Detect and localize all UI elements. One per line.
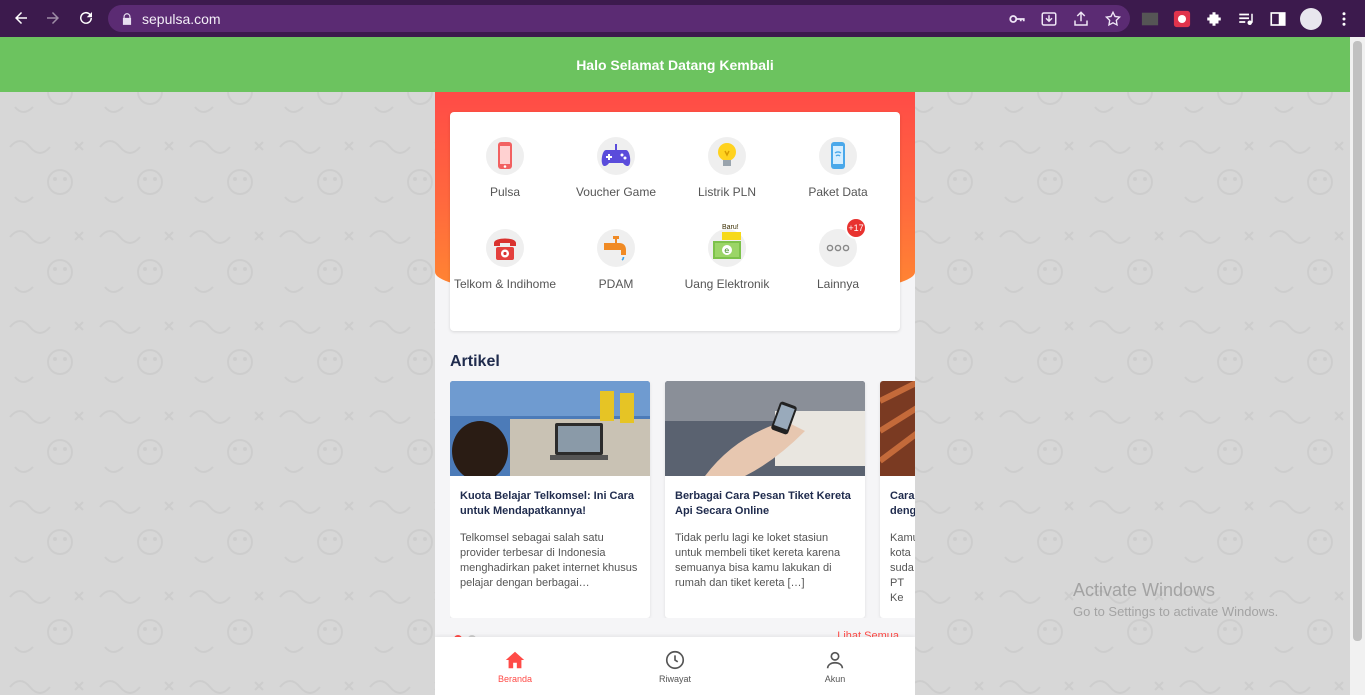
- tab-label: Riwayat: [658, 673, 691, 684]
- tab-beranda[interactable]: Beranda: [435, 637, 595, 695]
- arrow-right-icon: [47, 12, 59, 24]
- menu-item-uang-elektronik[interactable]: e Baru! Uang Elektronik: [672, 224, 782, 292]
- data-phone-icon: [831, 142, 845, 169]
- menu-item-voucher-game[interactable]: Voucher Game: [561, 137, 671, 200]
- telephone-icon: [494, 238, 516, 260]
- watermark-subtitle: Go to Settings to activate Windows.: [1073, 604, 1279, 619]
- home-icon: [505, 651, 525, 668]
- watermark-title: Activate Windows: [1073, 580, 1216, 600]
- back-button[interactable]: [5, 2, 37, 34]
- kebab-menu-icon[interactable]: [1334, 9, 1354, 29]
- reload-icon: [80, 11, 92, 24]
- articles-heading: Artikel: [450, 353, 500, 370]
- lock-icon: [122, 12, 132, 25]
- service-menu-card: Pulsa Voucher Game Listrik PLN Paket Dat…: [450, 112, 900, 331]
- article-title[interactable]: Kuota Belajar Telkomsel: Ini Cara untuk …: [460, 489, 640, 519]
- page-scrollbar[interactable]: [1350, 37, 1365, 695]
- extension-cast-icon[interactable]: [1140, 9, 1160, 29]
- menu-item-telkom-indihome[interactable]: Telkom & Indihome: [450, 229, 560, 292]
- address-bar[interactable]: sepulsa.com: [108, 5, 1130, 32]
- article-thumbnail: [880, 381, 915, 476]
- menu-item-pulsa[interactable]: Pulsa: [450, 137, 560, 200]
- article-title[interactable]: Cara dengan: [890, 489, 915, 519]
- menu-label: Pulsa: [489, 185, 521, 199]
- menu-label: Telkom & Indihome: [453, 277, 557, 291]
- article-thumbnail: [665, 381, 865, 476]
- key-icon[interactable]: [1008, 10, 1026, 28]
- menu-item-lainnya[interactable]: +17 Lainnya: [783, 217, 893, 292]
- media-queue-icon[interactable]: [1236, 9, 1256, 29]
- side-panel-icon[interactable]: [1268, 9, 1288, 29]
- article-description: Telkomsel sebagai salah satu provider te…: [460, 532, 638, 589]
- article-card[interactable]: Cara dengan Kamu kota suda PT Ke: [880, 381, 915, 618]
- user-icon: [826, 651, 844, 668]
- water-tap-icon: [604, 236, 626, 261]
- article-title[interactable]: Berbagai Cara Pesan Tiket Kereta Api Sec…: [675, 489, 855, 519]
- bottom-navigation: Beranda Riwayat Akun: [435, 637, 915, 695]
- install-icon[interactable]: [1040, 10, 1058, 28]
- puzzle-icon[interactable]: [1204, 9, 1224, 29]
- menu-item-listrik-pln[interactable]: Listrik PLN: [672, 137, 782, 200]
- article-card[interactable]: Kuota Belajar Telkomsel: Ini Cara untuk …: [450, 381, 650, 618]
- svg-text:e: e: [724, 246, 729, 255]
- forward-button[interactable]: [37, 2, 69, 34]
- browser-toolbar: sepulsa.com: [0, 0, 1365, 37]
- menu-item-pdam[interactable]: PDAM: [561, 229, 671, 292]
- article-card[interactable]: Berbagai Cara Pesan Tiket Kereta Api Sec…: [665, 381, 865, 618]
- article-description: Tidak perlu lagi ke loket stasiun untuk …: [675, 532, 841, 589]
- article-thumbnail: [450, 381, 650, 476]
- tab-riwayat[interactable]: Riwayat: [595, 637, 755, 695]
- share-icon[interactable]: [1072, 10, 1090, 28]
- windows-activation-watermark: Activate Windows Go to Settings to activ…: [1073, 580, 1278, 619]
- reload-button[interactable]: [70, 2, 102, 34]
- menu-label: Lainnya: [816, 277, 860, 291]
- tab-label: Beranda: [497, 673, 533, 684]
- article-description: Kamu kota suda PT Ke: [890, 532, 915, 604]
- scrollbar-thumb[interactable]: [1353, 41, 1362, 641]
- star-icon[interactable]: [1104, 10, 1122, 28]
- profile-avatar[interactable]: [1300, 7, 1322, 30]
- clock-icon: [665, 650, 685, 669]
- menu-label: Listrik PLN: [697, 185, 756, 199]
- app-container: Pulsa Voucher Game Listrik PLN Paket Dat…: [435, 92, 915, 695]
- welcome-text: Halo Selamat Datang Kembali: [576, 56, 774, 73]
- extension-record-icon[interactable]: [1172, 9, 1192, 29]
- welcome-banner: Halo Selamat Datang Kembali: [0, 37, 1350, 92]
- count-badge: +17: [845, 217, 867, 239]
- new-tag: Baru!: [722, 224, 739, 231]
- menu-label: Paket Data: [808, 185, 868, 199]
- url-text: sepulsa.com: [142, 10, 221, 27]
- lightbulb-icon: [718, 143, 736, 166]
- menu-item-paket-data[interactable]: Paket Data: [783, 137, 893, 200]
- tab-label: Akun: [824, 673, 846, 684]
- menu-label: PDAM: [598, 277, 634, 291]
- arrow-left-icon: [15, 12, 27, 24]
- articles-carousel[interactable]: Kuota Belajar Telkomsel: Ini Cara untuk …: [450, 381, 915, 618]
- tab-akun[interactable]: Akun: [755, 637, 915, 695]
- menu-label: Voucher Game: [575, 185, 657, 199]
- gamepad-icon: [601, 144, 631, 167]
- phone-icon: [498, 142, 512, 169]
- menu-label: Uang Elektronik: [684, 277, 770, 291]
- e-money-icon: e: [713, 232, 741, 259]
